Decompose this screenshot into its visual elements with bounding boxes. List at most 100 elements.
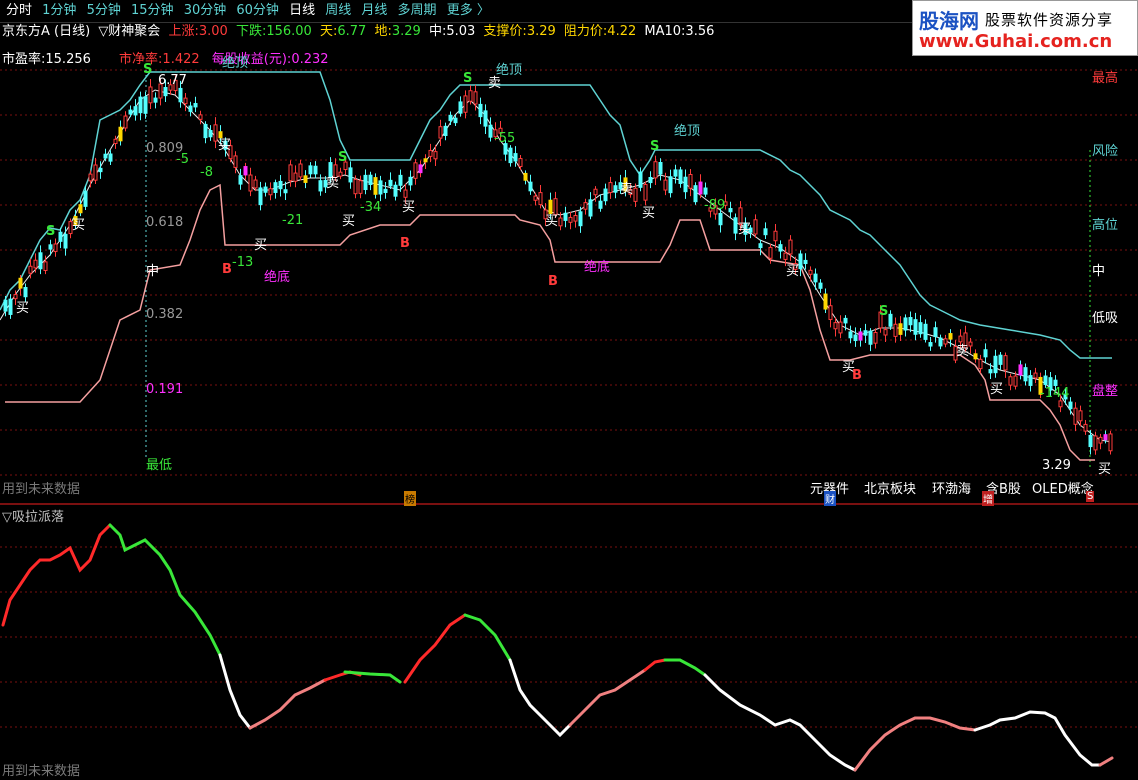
candle-body: [1003, 355, 1008, 371]
candle-body: [663, 179, 668, 191]
left-lowest: 最低: [146, 458, 173, 473]
sub-indicator-line: [1, 523, 1114, 772]
candle-body: [83, 190, 88, 207]
sell-signal: 卖: [956, 344, 970, 359]
candle-body: [808, 269, 813, 275]
candle-body: [163, 87, 168, 97]
candle-body: [1093, 435, 1098, 451]
concept-beijing[interactable]: 北京板块: [864, 478, 916, 497]
grid-lines: [0, 69, 1138, 728]
sub-indicator-title[interactable]: ▽吸拉派落: [2, 506, 64, 525]
marker-bang[interactable]: 榜: [404, 491, 416, 506]
candle-body: [178, 87, 183, 103]
candle-body: [378, 180, 383, 195]
candle-body: [58, 231, 63, 242]
candle-body: [298, 163, 303, 178]
candle-body: [658, 161, 663, 175]
candle-body: [538, 192, 543, 206]
candle-body: [803, 259, 808, 265]
count-label: -34: [360, 200, 382, 215]
candle-body: [893, 323, 898, 337]
candle-body: [188, 105, 193, 112]
candle-body: [718, 212, 723, 226]
count-label: -13: [232, 255, 254, 270]
candle-body: [233, 155, 238, 168]
candle-body: [533, 195, 538, 201]
candle-body: [843, 317, 848, 324]
candle-body: [783, 252, 788, 260]
level-high: 高位: [1092, 218, 1119, 233]
marker-cai[interactable]: 财: [824, 491, 836, 506]
bottom-signal: 绝底: [264, 270, 291, 285]
marker-s[interactable]: S: [1086, 491, 1095, 502]
candle-body: [1108, 433, 1113, 452]
candle-body: [428, 149, 433, 157]
candle-body: [123, 115, 128, 129]
candle-body: [883, 329, 888, 336]
candle-body: [98, 167, 103, 173]
candle-body: [933, 327, 938, 338]
candle-body: [998, 354, 1003, 365]
candle-body: [528, 181, 533, 192]
candle-body: [1073, 407, 1078, 425]
candle-body: [918, 322, 923, 335]
candle-body: [568, 216, 573, 223]
candle-body: [578, 211, 583, 227]
candle-body: [698, 181, 703, 195]
candle-body: [943, 338, 948, 345]
candle-body: [673, 169, 678, 177]
candle-body: [373, 177, 378, 195]
buy-signal: 买: [738, 222, 752, 237]
candle-body: [603, 188, 608, 202]
candle-body: [3, 299, 8, 312]
left-mid: 中: [146, 264, 160, 279]
candle-body: [273, 182, 278, 193]
concept-bohai[interactable]: 环渤海: [932, 478, 971, 497]
candle-body: [728, 208, 733, 213]
marker-zeng[interactable]: 增: [982, 491, 994, 506]
candle-body: [923, 323, 928, 340]
concept-oled[interactable]: OLED概念: [1032, 478, 1094, 497]
candle-body: [873, 332, 878, 344]
candle-body: [583, 202, 588, 210]
candle-body: [758, 243, 763, 249]
fib-0382: 0.382: [146, 307, 184, 322]
candle-body: [1023, 367, 1028, 382]
candle-body: [868, 330, 873, 345]
buy-signal: 买: [1098, 462, 1112, 477]
candle-body: [413, 162, 418, 179]
candle-body: [368, 174, 373, 185]
candle-body: [308, 165, 313, 175]
b-signal: B: [852, 368, 862, 383]
candle-body: [763, 228, 768, 236]
candle-body: [518, 158, 523, 167]
candle-body: [478, 103, 483, 118]
candle-body: [593, 188, 598, 196]
candle-body: [388, 179, 393, 187]
candle-body: [268, 188, 273, 196]
candle-body: [1083, 423, 1088, 432]
candle-body: [1088, 434, 1093, 448]
candle-body: [48, 244, 53, 250]
candle-body: [858, 331, 863, 341]
candle-body: [418, 164, 423, 174]
candle-body: [448, 114, 453, 122]
candle-body: [638, 171, 643, 188]
candle-body: [358, 180, 363, 194]
candle-body: [408, 176, 413, 186]
candle-body: [183, 97, 188, 105]
candle-body: [38, 252, 43, 270]
candle-body: [1013, 375, 1018, 387]
candle-body: [88, 173, 93, 182]
candle-body: [753, 219, 758, 235]
candle-body: [473, 91, 478, 105]
candle-body: [488, 124, 493, 138]
sell-signal: 卖: [326, 176, 340, 191]
buy-signal: 买: [254, 238, 268, 253]
candle-body: [1053, 379, 1058, 386]
candle-body: [1028, 375, 1033, 386]
candle-body: [8, 298, 13, 315]
candle-body: [293, 172, 298, 182]
buy-signal: 买: [218, 138, 232, 153]
candle-body: [853, 334, 858, 342]
